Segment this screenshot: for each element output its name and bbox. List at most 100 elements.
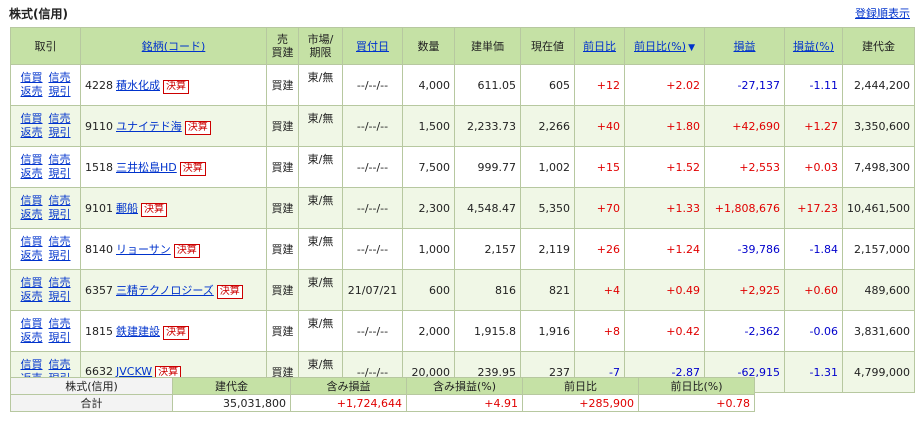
stock-code: 1815 [85, 324, 113, 338]
actual-delivery-link[interactable]: 現引 [49, 249, 71, 263]
sort-name-link[interactable]: 銘柄(コード) [142, 40, 206, 53]
row-cost: 4,548.47 [454, 187, 521, 229]
repay-sell-link[interactable]: 返売 [21, 167, 43, 181]
actual-delivery-link[interactable]: 現引 [49, 331, 71, 345]
margin-buy-link[interactable]: 信買 [21, 276, 43, 290]
row-amount: 3,831,600 [842, 310, 915, 352]
header-buy-date[interactable]: 買付日 [342, 27, 403, 65]
row-pl-pct: -1.11 [784, 64, 843, 106]
margin-sell-link[interactable]: 信売 [49, 112, 71, 126]
row-buy-date: --/--/-- [342, 228, 403, 270]
row-market: 東/無 [298, 269, 343, 311]
repay-sell-link[interactable]: 返売 [21, 126, 43, 140]
repay-sell-link[interactable]: 返売 [21, 290, 43, 304]
row-amount: 10,461,500 [842, 187, 915, 229]
row-price: 2,266 [520, 105, 575, 147]
margin-buy-link[interactable]: 信買 [21, 358, 43, 372]
row-type: 買建 [266, 269, 299, 311]
margin-sell-link[interactable]: 信売 [49, 358, 71, 372]
actual-delivery-link[interactable]: 現引 [49, 85, 71, 99]
margin-buy-link[interactable]: 信買 [21, 235, 43, 249]
stock-name-link[interactable]: ユナイテド海 [116, 120, 182, 133]
row-change: +8 [574, 310, 625, 352]
actual-delivery-link[interactable]: 現引 [49, 126, 71, 140]
header-change-pct[interactable]: 前日比(%) ▼ [624, 27, 705, 65]
stock-name-link[interactable]: 積水化成 [116, 79, 160, 92]
stock-code: 1518 [85, 160, 113, 174]
sort-pl-link[interactable]: 損益 [734, 40, 756, 53]
row-cost: 816 [454, 269, 521, 311]
summary-header: 含み損益 [290, 377, 407, 395]
repay-sell-link[interactable]: 返売 [21, 249, 43, 263]
summary-label-top: 株式(信用) [10, 377, 173, 395]
row-change-pct: +1.52 [624, 146, 705, 188]
actual-delivery-link[interactable]: 現引 [49, 167, 71, 181]
stock-name-link[interactable]: リョーサン [116, 243, 171, 256]
margin-sell-link[interactable]: 信売 [49, 276, 71, 290]
summary-table: 株式(信用) 建代金 含み損益 含み損益(%) 前日比 前日比(%) 合計 35… [10, 377, 755, 412]
table-row: 信買 信売 返売 現引 1815 鉄建建設 決算 買建 東/無 --/--/-- 2,000 1,91… [10, 310, 915, 352]
stock-name-link[interactable]: 三井松島HD [116, 161, 177, 174]
row-pl-pct: -1.84 [784, 228, 843, 270]
repay-sell-link[interactable]: 返売 [21, 85, 43, 99]
header-type: 売 買建 [266, 27, 299, 65]
table-row: 信買 信売 返売 現引 9101 郵船 決算 買建 東/無 --/--/-- 2,300 4,548.… [10, 187, 915, 229]
row-buy-date: --/--/-- [342, 64, 403, 106]
sort-registration-order-link[interactable]: 登録順表示 [855, 5, 910, 21]
earnings-badge: 決算 [173, 243, 200, 258]
summary-unrealized-pl-pct: +4.91 [406, 394, 523, 412]
row-pl-pct: -0.06 [784, 310, 843, 352]
margin-buy-link[interactable]: 信買 [21, 153, 43, 167]
row-cost: 999.77 [454, 146, 521, 188]
sort-buy-date-link[interactable]: 買付日 [356, 40, 389, 53]
row-market: 東/無 [298, 146, 343, 188]
stock-code: 4228 [85, 78, 113, 92]
stock-name-link[interactable]: 三精テクノロジーズ [116, 284, 214, 297]
row-change: +15 [574, 146, 625, 188]
header-price: 現在値 [520, 27, 575, 65]
header-pl-pct[interactable]: 損益(%) [784, 27, 843, 65]
sort-pl-pct-link[interactable]: 損益(%) [793, 40, 834, 53]
margin-sell-link[interactable]: 信売 [49, 194, 71, 208]
actual-delivery-link[interactable]: 現引 [49, 290, 71, 304]
row-name-cell: 4228 積水化成 決算 [80, 64, 267, 106]
repay-sell-link[interactable]: 返売 [21, 331, 43, 345]
margin-sell-link[interactable]: 信売 [49, 317, 71, 331]
margin-buy-link[interactable]: 信買 [21, 71, 43, 85]
earnings-badge: 決算 [163, 325, 189, 340]
margin-sell-link[interactable]: 信売 [49, 235, 71, 249]
margin-sell-link[interactable]: 信売 [49, 153, 71, 167]
header-change[interactable]: 前日比 [574, 27, 625, 65]
row-name-cell: 8140 リョーサン 決算 [80, 228, 267, 270]
sort-change-link[interactable]: 前日比 [583, 40, 616, 53]
summary-header: 建代金 [172, 377, 291, 395]
table-header-row: 取引 銘柄(コード) 売 買建 市場/ 期限 買付日 数量 建単価 現在値 前日… [10, 27, 915, 65]
actual-delivery-link[interactable]: 現引 [49, 208, 71, 222]
row-change: +12 [574, 64, 625, 106]
header-name[interactable]: 銘柄(コード) [80, 27, 267, 65]
row-change: +40 [574, 105, 625, 147]
earnings-badge: 決算 [141, 202, 167, 217]
row-pl: +1,808,676 [704, 187, 785, 229]
header-pl[interactable]: 損益 [704, 27, 785, 65]
margin-buy-link[interactable]: 信買 [21, 112, 43, 126]
holdings-table: 取引 銘柄(コード) 売 買建 市場/ 期限 買付日 数量 建単価 現在値 前日… [10, 27, 915, 393]
row-buy-date: --/--/-- [342, 105, 403, 147]
sort-change-pct-link[interactable]: 前日比(%) [634, 40, 686, 53]
row-price: 5,350 [520, 187, 575, 229]
row-amount: 3,350,600 [842, 105, 915, 147]
repay-sell-link[interactable]: 返売 [21, 208, 43, 222]
margin-buy-link[interactable]: 信買 [21, 194, 43, 208]
row-market: 東/無 [298, 64, 343, 106]
row-cost: 611.05 [454, 64, 521, 106]
stock-name-link[interactable]: 鉄建建設 [116, 325, 160, 338]
margin-buy-link[interactable]: 信買 [21, 317, 43, 331]
earnings-badge: 決算 [179, 161, 206, 176]
stock-name-link[interactable]: JVCKW [116, 365, 152, 378]
stock-name-link[interactable]: 郵船 [116, 202, 138, 215]
row-type: 買建 [266, 105, 299, 147]
earnings-badge: 決算 [163, 79, 189, 94]
row-market: 東/無 [298, 228, 343, 270]
margin-sell-link[interactable]: 信売 [49, 71, 71, 85]
row-actions: 信買信売返売現引 [10, 146, 81, 188]
